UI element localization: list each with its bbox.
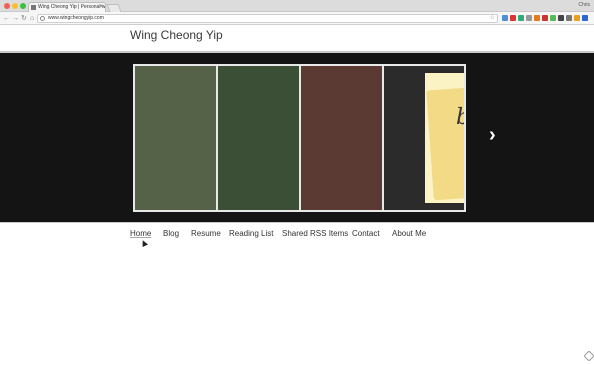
note-handwriting: b [456,105,464,130]
extension-icon[interactable] [566,15,572,21]
tab-close-icon[interactable]: × [99,3,103,12]
slide-panel[interactable] [301,66,382,210]
bookmark-star-icon[interactable]: ☆ [490,15,495,22]
extension-icon[interactable] [502,15,508,21]
sticky-note-image: b [425,73,464,203]
zoom-window-icon[interactable] [20,3,26,9]
extension-icon[interactable] [542,15,548,21]
nav-item-about-me[interactable]: About Me [392,229,426,238]
site-title[interactable]: Wing Cheong Yip [130,28,223,42]
slide-panel[interactable] [135,66,216,210]
image-slider: b › [0,53,594,222]
home-icon[interactable]: ⌂ [30,14,34,23]
extension-icon[interactable] [550,15,556,21]
mouse-cursor-icon [140,239,148,247]
nav-item-shared-rss-items[interactable]: Shared RSS Items [282,229,348,238]
forward-icon[interactable]: → [12,14,19,23]
extension-icon[interactable] [534,15,540,21]
slider-frame: b [133,64,466,212]
address-bar[interactable]: www.wingcheongyip.com ☆ [37,14,498,23]
tab-title: Wing Cheong Yip | Personal w [38,4,106,10]
extension-icon[interactable] [518,15,524,21]
browser-tabstrip: Wing Cheong Yip | Personal w × Chris [0,0,594,12]
slider-next-button[interactable]: › [489,125,496,145]
extension-icon[interactable] [510,15,516,21]
nav-item-resume[interactable]: Resume [191,229,221,238]
back-icon[interactable]: ← [3,14,10,23]
favicon-icon [31,5,36,10]
slide-panel[interactable]: b [384,66,464,210]
extension-icon[interactable] [558,15,564,21]
minimize-window-icon[interactable] [12,3,18,9]
slide-panel[interactable] [218,66,299,210]
nav-item-home[interactable]: Home [130,229,151,238]
extension-icon[interactable] [526,15,532,21]
browser-toolbar: ← → ↻ ⌂ www.wingcheongyip.com ☆ [0,12,594,25]
nav-item-reading-list[interactable]: Reading List [229,229,273,238]
slider-bottom-divider [0,222,594,223]
profile-label[interactable]: Chris [578,2,590,8]
sticky-note-paper [426,85,464,201]
browser-tab[interactable]: Wing Cheong Yip | Personal w × [28,2,106,12]
nav-item-contact[interactable]: Contact [352,229,380,238]
reload-icon[interactable]: ↻ [21,14,27,23]
close-window-icon[interactable] [4,3,10,9]
new-tab-button[interactable] [106,4,122,12]
address-url: www.wingcheongyip.com [48,15,104,21]
extension-icon[interactable] [582,15,588,21]
extension-icon[interactable] [574,15,580,21]
scroll-indicator-icon[interactable] [583,350,594,362]
nav-item-blog[interactable]: Blog [163,229,179,238]
site-info-icon[interactable] [40,16,45,21]
